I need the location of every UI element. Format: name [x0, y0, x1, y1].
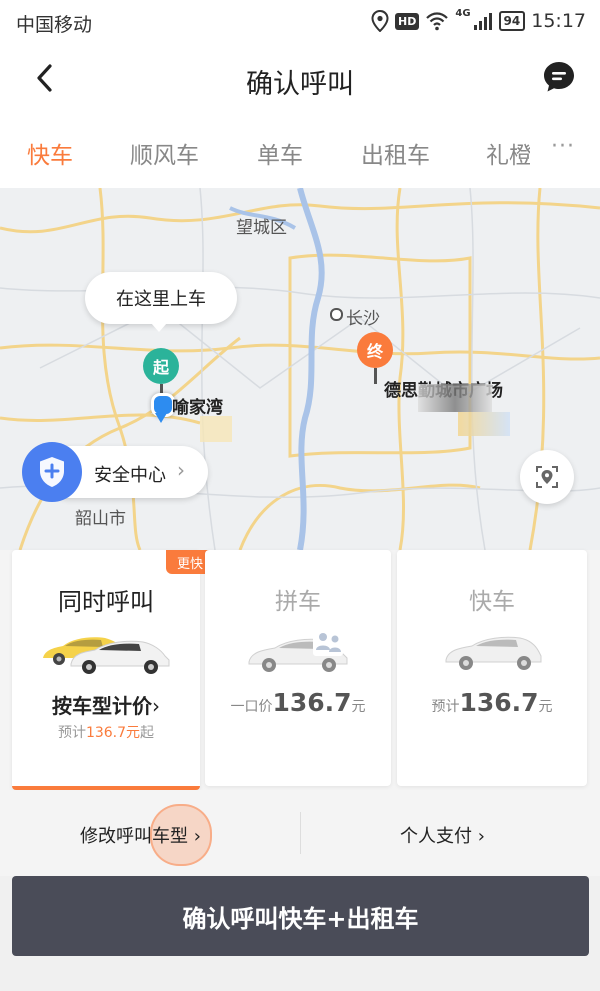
modify-car-type-button[interactable]: 修改呼叫车型 ›	[80, 822, 201, 848]
payment-label: 个人支付	[400, 826, 472, 847]
confirm-call-button[interactable]: 确认呼叫快车+出租车	[12, 876, 589, 956]
tab-taxi[interactable]: 出租车	[361, 136, 430, 170]
carrier-name: 中国移动	[16, 14, 93, 36]
estimate-amount: 136.7元	[85, 725, 141, 741]
safety-center-label: 安全中心	[94, 465, 166, 486]
chevron-right-icon: ›	[177, 458, 185, 482]
express-price: 预计136.7元	[397, 688, 587, 717]
price-unit: 元	[351, 699, 366, 715]
divider	[300, 812, 301, 854]
page-title: 确认呼叫	[246, 69, 354, 100]
price-prefix: 预计	[431, 699, 460, 715]
card-title: 同时呼叫	[58, 588, 154, 616]
safety-center-button[interactable]: 安全中心 ›	[22, 442, 208, 502]
location-icon	[371, 10, 389, 32]
card-simultaneous-call[interactable]: 更快 同时呼叫 按车型计价› 预计136.7元起	[12, 550, 214, 790]
chevron-right-icon: ›	[477, 826, 485, 847]
tab-express[interactable]: 快车	[27, 136, 73, 170]
estimate-suffix: 起	[140, 725, 155, 741]
city-dot-icon	[330, 308, 343, 321]
tab-premium[interactable]: 礼橙	[486, 136, 530, 170]
ride-options: 更快 同时呼叫 按车型计价› 预计136.7元起 拼车 一口价136.7元 快车	[0, 550, 600, 790]
start-pin-icon: 起	[143, 348, 179, 384]
header: 确认呼叫	[0, 42, 600, 114]
payment-method-button[interactable]: 个人支付 ›	[400, 822, 485, 848]
blurred-area-3	[458, 412, 510, 436]
estimate-text: 预计136.7元起	[12, 722, 200, 742]
network-type: 4G	[455, 8, 471, 19]
express-car-icon	[445, 636, 542, 670]
map-view[interactable]: 望城区 长沙 韶山市 在这里上车 起 喻家湾 终 德思勤城市广场 安全中心 ›	[0, 188, 600, 550]
locate-icon	[536, 466, 558, 488]
price-unit: 元	[538, 699, 553, 715]
map-label-shaoshan: 韶山市	[75, 509, 126, 529]
carpool-price: 一口价136.7元	[205, 688, 391, 717]
message-icon[interactable]	[542, 60, 576, 94]
locate-button[interactable]	[520, 450, 574, 504]
taxi-and-car-icon	[43, 637, 170, 674]
battery-level: 94	[498, 11, 526, 31]
signal-icon	[473, 13, 492, 30]
blurred-area-2	[418, 384, 492, 412]
end-pin-stem	[374, 368, 377, 384]
service-tabs: 快车 顺风车 单车 出租车 礼橙 ···	[0, 114, 600, 188]
price-by-model: 按车型计价›	[12, 690, 200, 719]
pickup-bubble[interactable]: 在这里上车	[85, 272, 237, 332]
options-row: 修改呼叫车型 › 个人支付 ›	[0, 790, 600, 876]
modify-label: 修改呼叫车型	[80, 826, 188, 847]
map-label-wangcheng: 望城区	[236, 218, 287, 238]
chevron-right-icon: ›	[152, 694, 160, 718]
card-carpool[interactable]: 拼车 一口价136.7元	[205, 550, 391, 786]
price-amount: 136.7	[459, 688, 539, 717]
price-amount: 136.7	[272, 688, 352, 717]
blurred-area	[200, 416, 232, 442]
map-label-changsha: 长沙	[346, 309, 380, 329]
wifi-icon	[426, 12, 449, 31]
place-label-yurongwan: 喻家湾	[172, 398, 223, 418]
estimate-prefix: 预计	[57, 725, 86, 741]
tab-carpool-ride[interactable]: 顺风车	[130, 136, 199, 170]
card-title: 拼车	[275, 589, 321, 615]
card-title: 快车	[469, 589, 515, 615]
chevron-right-icon: ›	[193, 826, 201, 847]
end-pin-icon: 终	[357, 332, 393, 368]
heading-arrow-icon	[155, 413, 167, 423]
hd-badge: HD	[395, 12, 420, 30]
carpool-car-icon	[248, 630, 348, 672]
card-express[interactable]: 快车 预计136.7元	[397, 550, 587, 786]
tab-bike[interactable]: 单车	[257, 136, 303, 170]
price-by-model-label: 按车型计价	[52, 694, 152, 718]
status-time: 15:17	[531, 10, 586, 32]
status-icons: HD 4G 94 15:17	[371, 8, 586, 34]
bottom-strip	[0, 956, 600, 991]
more-tabs-icon[interactable]: ···	[551, 134, 575, 159]
price-prefix: 一口价	[230, 699, 273, 715]
status-bar: 中国移动 HD 4G 94 15:17	[0, 0, 600, 42]
shield-icon	[22, 442, 82, 502]
